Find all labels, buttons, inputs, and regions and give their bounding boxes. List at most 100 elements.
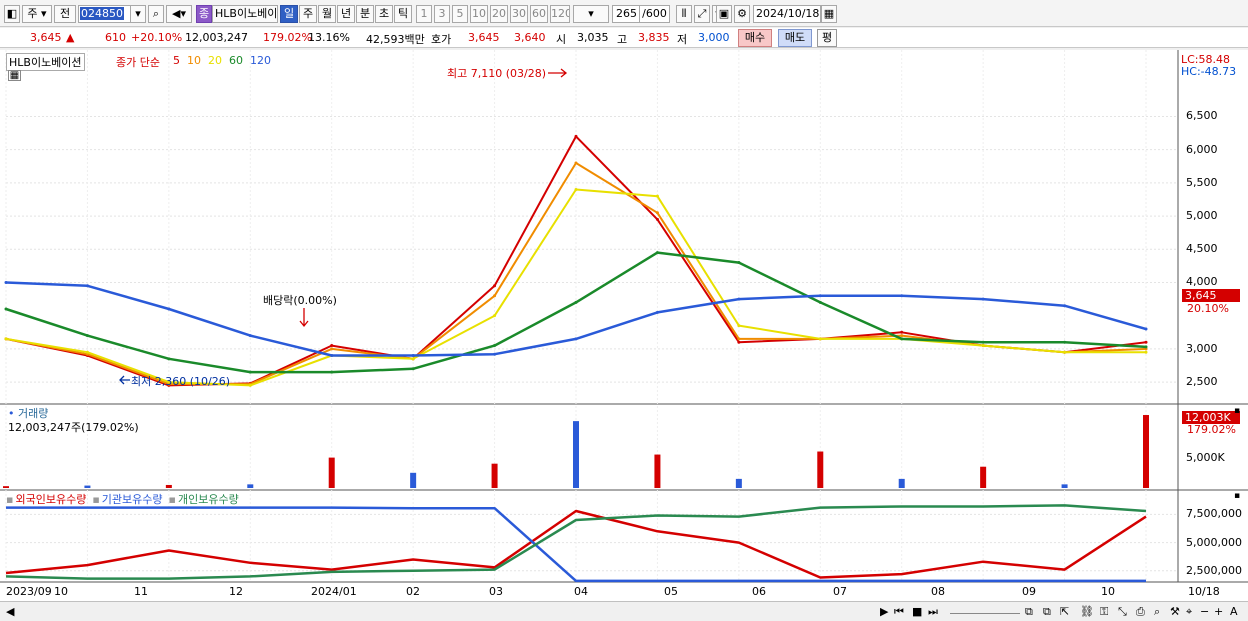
stock-name-label[interactable]: HLB이노베이션: [6, 53, 85, 71]
period-button[interactable]: 년: [337, 5, 355, 23]
copy-icon[interactable]: ⧉: [1043, 605, 1051, 619]
ma-period-60[interactable]: 60: [229, 54, 243, 67]
zoom-out-icon[interactable]: −: [1200, 605, 1209, 618]
font-size-icon[interactable]: A: [1230, 605, 1238, 618]
link-icon[interactable]: ⛓: [1080, 605, 1094, 618]
interval-button[interactable]: 3: [434, 5, 450, 23]
period-button[interactable]: 틱: [394, 5, 412, 23]
ma-point-60: [493, 344, 497, 348]
sell-button[interactable]: 매도: [778, 29, 812, 47]
expand-icon[interactable]: ⇱: [1060, 605, 1069, 618]
scroll-left-icon[interactable]: ◀: [6, 605, 14, 618]
interval-button[interactable]: 20: [490, 5, 508, 23]
print-icon[interactable]: ⎙: [1136, 605, 1145, 619]
ma-point-120: [737, 297, 741, 301]
gear-icon[interactable]: ⚙: [734, 5, 750, 23]
holding-tick-label: 7,500,000: [1186, 507, 1242, 521]
bottom-scrollbar[interactable]: ◀ ▶ ⏮ ■ ⏭ ⧉ ⧉ ⇱ ⛓ ⚿ ⤡ ⎙ ⌕ ⚒ ⌖ − + A: [0, 601, 1248, 621]
ma-period-5[interactable]: 5: [173, 54, 180, 67]
lock-icon[interactable]: ⚿: [1100, 605, 1108, 619]
ma-point-120: [574, 337, 578, 341]
ma-point-60: [574, 300, 578, 304]
ma-period-10[interactable]: 10: [187, 54, 201, 67]
ma-line-5: [5, 135, 1147, 387]
chart-area[interactable]: HLB이노베이션 종가 단순 5 10 20 60 120 ▦ LC:58.48 HC:…: [0, 50, 1248, 602]
zoom-in-icon[interactable]: ⧉: [1025, 605, 1033, 619]
price-tick-label: 4,000: [1186, 275, 1218, 289]
table-icon[interactable]: ▦: [8, 70, 21, 81]
stock-code-value: 024850: [80, 7, 124, 20]
search-icon[interactable]: ⌕: [148, 5, 164, 23]
interval-button[interactable]: 10: [470, 5, 488, 23]
high-label: 고: [617, 33, 628, 46]
calendar-icon[interactable]: ▦: [821, 5, 837, 23]
ma-point-120: [981, 297, 985, 301]
zoom-plus-icon[interactable]: +: [1214, 605, 1223, 618]
change-percent: +20.10%: [131, 31, 183, 44]
ma-point-20: [4, 337, 8, 341]
eval-button[interactable]: 평: [817, 29, 837, 47]
price-tick-label: 5,000: [1186, 209, 1218, 223]
stock-name-field[interactable]: HLB이노베이: [212, 5, 278, 23]
stock-badge: 종: [196, 5, 212, 23]
holding-legend-item[interactable]: 개인보유수량: [178, 493, 239, 506]
ma-point-5: [737, 340, 741, 344]
ma-point-20: [818, 337, 822, 341]
last-icon[interactable]: ⏭: [928, 605, 938, 619]
tools-icon[interactable]: ⚒: [1170, 605, 1180, 618]
price-tick-label: 6,500: [1186, 109, 1218, 123]
zoom-slider[interactable]: [950, 605, 1020, 614]
holding-legend-item[interactable]: 기관보유수량: [102, 493, 163, 506]
market-type-select[interactable]: 주 ▾: [22, 5, 52, 23]
ma-label[interactable]: 종가 단순: [116, 54, 160, 70]
interval-button[interactable]: 5: [452, 5, 468, 23]
x-tick-label: 2024/01: [311, 585, 357, 598]
prev-button[interactable]: 전: [54, 5, 76, 23]
quote-bar: 3,645 ▲ 610 +20.10% 12,003,247 179.02% 1…: [0, 28, 1248, 48]
high-annotation: 최고 7,110 (03/28): [447, 67, 547, 80]
interval-dropdown[interactable]: ▾: [573, 5, 609, 23]
date-input[interactable]: 2024/10/18: [753, 5, 821, 23]
period-button[interactable]: 월: [318, 5, 336, 23]
search-small-icon[interactable]: ⌕: [1154, 605, 1160, 619]
code-dropdown-icon[interactable]: ▾: [130, 5, 146, 23]
ma-point-10: [900, 334, 904, 338]
ma-point-120: [655, 310, 659, 314]
volume-panel-close-icon[interactable]: ▪: [1234, 406, 1240, 416]
count-input[interactable]: 265: [612, 5, 640, 23]
ma-point-10: [330, 347, 334, 351]
interval-button[interactable]: 120: [550, 5, 570, 23]
crosshair-icon[interactable]: ⌖: [1186, 605, 1192, 619]
stop-icon[interactable]: ■: [912, 605, 922, 618]
ma-period-20[interactable]: 20: [208, 54, 222, 67]
speaker-icon[interactable]: ◀▾: [166, 5, 192, 23]
candle-icon[interactable]: ⫴: [676, 5, 692, 23]
ma-period-120[interactable]: 120: [250, 54, 271, 67]
chart-canvas[interactable]: [0, 50, 1248, 602]
window-menu-icon[interactable]: ◧: [4, 5, 20, 23]
period-button[interactable]: 초: [375, 5, 393, 23]
ma-point-120: [4, 280, 8, 284]
ma-point-60: [167, 357, 171, 361]
holding-panel-close-icon[interactable]: ▪: [1234, 491, 1240, 501]
fit-icon[interactable]: ⤡: [1118, 605, 1127, 619]
ma-point-60: [85, 334, 89, 338]
open-price: 3,035: [577, 31, 609, 44]
low-label: 저: [677, 33, 688, 46]
ma-point-20: [981, 344, 985, 348]
chart-type-icon[interactable]: ⤢: [694, 5, 710, 23]
interval-button[interactable]: 60: [530, 5, 548, 23]
buy-button[interactable]: 매수: [738, 29, 772, 47]
scroll-right-icon[interactable]: ▶: [880, 605, 888, 618]
volume-bar: [817, 451, 824, 488]
period-button[interactable]: 일: [280, 5, 298, 23]
holding-legend-item[interactable]: 외국인보유수량: [15, 493, 86, 506]
ma-point-60: [900, 337, 904, 341]
volume-bar: [410, 472, 417, 488]
period-button[interactable]: 주: [299, 5, 317, 23]
period-button[interactable]: 분: [356, 5, 374, 23]
interval-button[interactable]: 1: [416, 5, 432, 23]
interval-button[interactable]: 30: [510, 5, 528, 23]
first-icon[interactable]: ⏮: [894, 605, 904, 619]
save-icon[interactable]: ▣: [716, 5, 732, 23]
